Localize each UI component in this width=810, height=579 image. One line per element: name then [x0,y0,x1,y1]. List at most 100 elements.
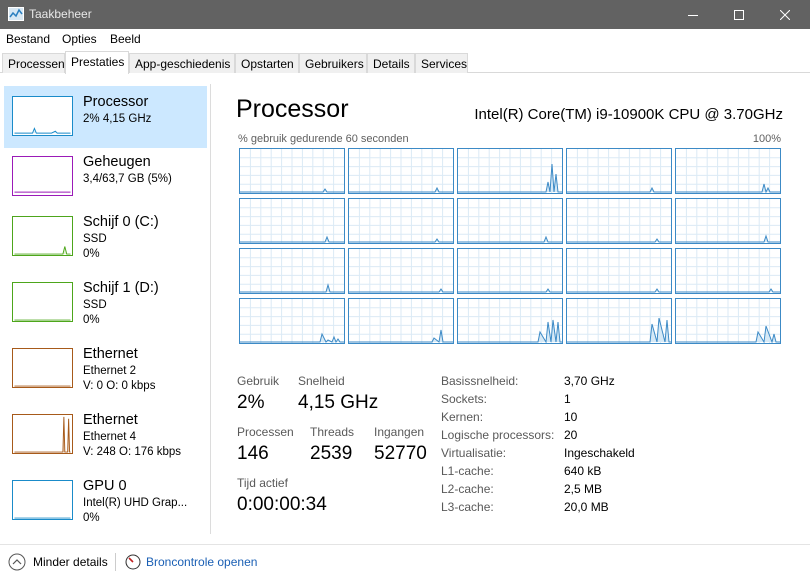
resource-monitor-link[interactable]: Broncontrole openen [146,555,257,569]
handles-label: Ingangen [374,425,425,439]
disk1-thumbnail-graph [12,282,73,322]
logical-processor-graph [239,148,345,194]
usage-graph [349,299,453,343]
info-value: Ingeschakeld [564,446,635,460]
sidebar-item-geheugen[interactable]: Geheugen 3,4/63,7 GB (5%) [4,146,207,208]
usage-graph [676,299,780,344]
logical-processor-graph [348,248,454,294]
menu-bestand[interactable]: Bestand [6,32,50,46]
footer-divider [115,553,116,571]
sidebar-item-detail: SSD [83,299,107,311]
sidebar-item-name: GPU 0 [83,478,127,494]
menu-opties[interactable]: Opties [62,32,97,46]
logical-processor-graph [566,248,672,294]
usage-graph [240,199,344,243]
tab-prestaties[interactable]: Prestaties [65,51,129,74]
sidebar-item-detail: Intel(R) UHD Grap... [83,497,188,509]
usage-graph [458,149,562,193]
tab-gebruikers[interactable]: Gebruikers [299,53,367,73]
info-label: Kernen: [441,410,484,424]
info-value: 2,5 MB [564,482,603,496]
tab-bar: Processen Prestaties App-geschiedenis Op… [0,51,810,74]
cpu-model-name: Intel(R) Core(TM) i9-10900K CPU @ 3.70GH… [474,106,783,123]
tab-processen[interactable]: Processen [2,53,65,73]
task-manager-icon [8,7,24,21]
uptime-value: 0:00:00:34 [237,494,327,515]
logical-processor-graph [457,298,563,344]
maximize-icon [734,9,744,20]
memory-thumbnail-graph [12,156,73,196]
logical-processor-graph [239,248,345,294]
logical-processor-graph [675,198,781,244]
sidebar-item-name: Geheugen [83,154,151,170]
resource-sidebar: Processor 2% 4,15 GHz Geheugen 3,4/63,7 … [0,84,210,534]
sidebar-item-detail: 3,4/63,7 GB (5%) [83,173,172,185]
resource-monitor-icon[interactable] [125,554,141,570]
usage-graph [458,299,562,344]
sidebar-divider [210,84,211,534]
info-label: L3-cache: [441,500,494,514]
usage-graph [458,199,562,243]
logical-processor-graph [675,298,781,344]
handles-value: 52770 [374,443,427,464]
sidebar-item-detail: SSD [83,233,107,245]
sidebar-item-detail: Ethernet 4 [83,431,137,443]
sidebar-item-usage: 0% [83,314,100,326]
logical-processor-graph [239,198,345,244]
info-value: 20,0 MB [564,500,609,514]
tab-services[interactable]: Services [415,53,468,73]
threads-value: 2539 [310,443,353,464]
fewer-details-link[interactable]: Minder details [33,555,108,569]
graph-caption: % gebruik gedurende 60 seconden [238,133,409,145]
sidebar-item-detail: 2% 4,15 GHz [83,113,152,125]
info-label: Virtualisatie: [441,446,507,460]
usage-graph [240,249,344,293]
sidebar-item-ethernet-2[interactable]: Ethernet Ethernet 2 V: 0 O: 0 kbps [4,338,207,400]
processes-label: Processen [237,425,294,439]
sidebar-item-usage: 0% [83,248,100,260]
gpu-thumbnail-graph [12,480,73,520]
processes-value: 146 [237,443,269,464]
disk0-thumbnail-graph [12,216,73,256]
usage-graph [349,199,453,243]
sidebar-item-schijf-0[interactable]: Schijf 0 (C:) SSD 0% [4,206,207,268]
logical-processor-graph [348,298,454,344]
usage-graph [240,149,344,193]
sidebar-item-gpu-0[interactable]: GPU 0 Intel(R) UHD Grap... 0% [4,470,207,532]
usage-graph [676,199,780,243]
logical-processor-graph [348,198,454,244]
maximize-button[interactable] [716,0,762,29]
speed-value: 4,15 GHz [298,392,379,413]
tab-opstarten[interactable]: Opstarten [235,53,299,73]
minimize-icon [688,14,698,16]
info-label: Sockets: [441,392,488,406]
usage-graph [567,199,671,243]
info-value: 20 [564,428,578,442]
sidebar-item-name: Schijf 1 (D:) [83,280,159,296]
info-value: 10 [564,410,578,424]
chevron-up-circle-icon[interactable] [8,553,26,571]
graph-max-label: 100% [752,133,781,145]
logical-processor-graph [675,248,781,294]
usage-graph [349,249,453,293]
ethernet4-thumbnail-graph [12,414,73,454]
tab-app-geschiedenis[interactable]: App-geschiedenis [129,53,235,73]
sidebar-item-name: Schijf 0 (C:) [83,214,159,230]
logical-processor-graph [675,148,781,194]
tab-details[interactable]: Details [367,53,415,73]
logical-processor-graph [348,148,454,194]
minimize-button[interactable] [670,0,716,29]
sidebar-item-schijf-1[interactable]: Schijf 1 (D:) SSD 0% [4,272,207,334]
uptime-label: Tijd actief [237,476,288,490]
menu-beeld[interactable]: Beeld [110,32,141,46]
info-value: 640 kB [564,464,602,478]
close-button[interactable] [762,0,808,29]
speed-label: Snelheid [298,374,345,388]
sidebar-item-processor[interactable]: Processor 2% 4,15 GHz [4,86,207,148]
sidebar-item-usage: 0% [83,512,100,524]
processor-thumbnail-graph [12,96,73,136]
sidebar-item-ethernet-4[interactable]: Ethernet Ethernet 4 V: 248 O: 176 kbps [4,404,207,466]
info-label: L1-cache: [441,464,494,478]
sidebar-item-name: Ethernet [83,412,138,428]
window-title: Taakbeheer [29,7,92,21]
